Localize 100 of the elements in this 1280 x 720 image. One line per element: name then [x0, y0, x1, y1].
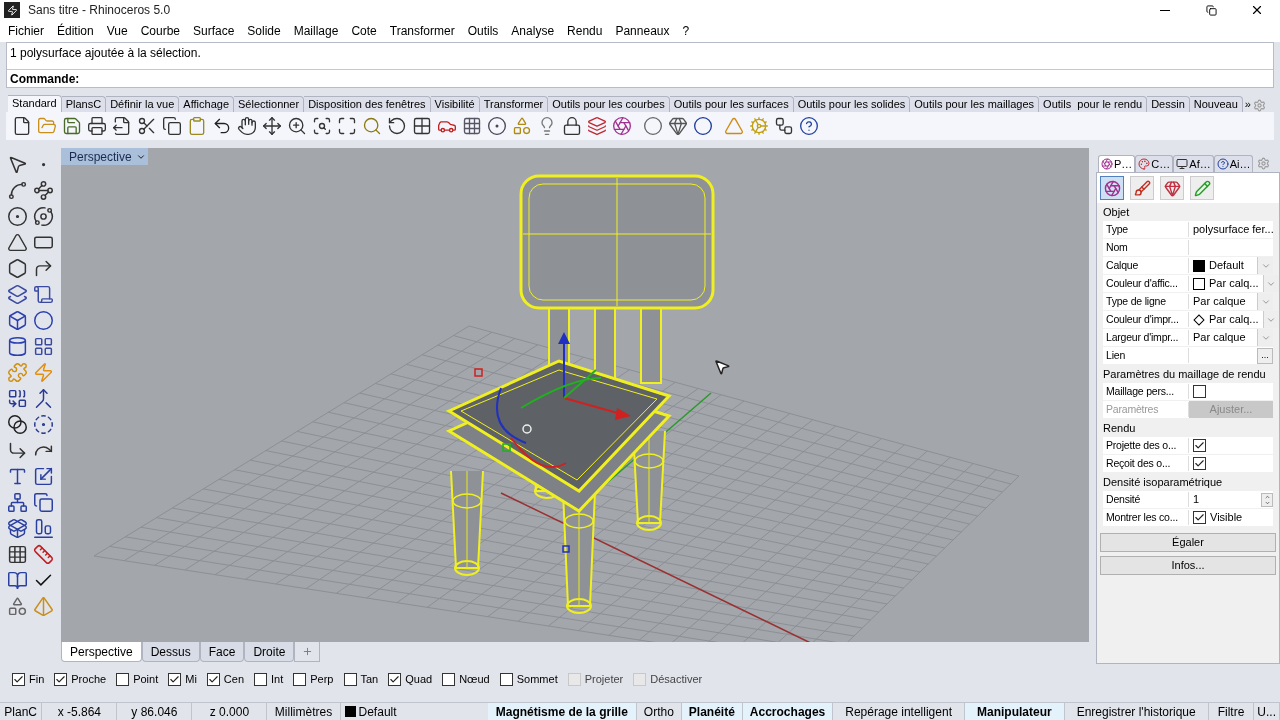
hexagon-icon[interactable]	[6, 258, 28, 279]
panel-grid-icon[interactable]	[33, 336, 55, 357]
array-icon[interactable]	[6, 544, 28, 565]
menu-item[interactable]: Cote	[351, 22, 377, 40]
checkbox[interactable]	[442, 672, 456, 686]
ruler-icon[interactable]	[33, 544, 55, 565]
triangle-icon[interactable]	[6, 232, 28, 253]
checkbox[interactable]	[168, 672, 182, 686]
checkbox[interactable]	[206, 672, 220, 686]
toolbar-tab[interactable]: PlansC	[61, 96, 107, 112]
lock-icon[interactable]	[562, 116, 582, 136]
copy-icon[interactable]	[33, 492, 55, 513]
checkbox[interactable]	[293, 672, 307, 686]
toolbar-tab[interactable]: Dessin	[1147, 96, 1190, 112]
grid-icon[interactable]	[462, 116, 482, 136]
circles-icon[interactable]	[6, 414, 28, 435]
status-toggle[interactable]: Accrochages	[742, 703, 834, 720]
toolbar-tab[interactable]: Disposition des fenêtres	[304, 96, 431, 112]
clipboard-icon[interactable]	[187, 116, 207, 136]
shapes-icon[interactable]	[6, 596, 28, 617]
curve-icon[interactable]	[33, 180, 55, 201]
more-tabs-button[interactable]: »	[1242, 97, 1253, 112]
bars-icon[interactable]	[33, 518, 55, 539]
combine-icon[interactable]	[6, 388, 28, 409]
toolbar-tab[interactable]: Affichage	[179, 96, 234, 112]
box-icon[interactable]	[6, 518, 28, 539]
menu-item[interactable]: ?	[682, 22, 690, 40]
rotate-icon[interactable]	[387, 116, 407, 136]
color-wheel-icon[interactable]	[1100, 176, 1124, 200]
scissors-icon[interactable]	[137, 116, 157, 136]
document-icon[interactable]	[112, 116, 132, 136]
printer-icon[interactable]	[87, 116, 107, 136]
toolbar-tab[interactable]: Outils pour les surfaces	[669, 96, 794, 112]
menu-item[interactable]: Transformer	[389, 22, 455, 40]
zoom-window-icon[interactable]	[312, 116, 332, 136]
viewport-tab[interactable]: Dessus	[141, 642, 200, 663]
checkbox[interactable]	[1193, 385, 1206, 398]
checkbox[interactable]	[1193, 511, 1206, 524]
copy-icon[interactable]	[162, 116, 182, 136]
checkbox[interactable]	[1193, 439, 1206, 452]
checkbox[interactable]	[254, 672, 267, 686]
polyline-icon[interactable]	[6, 180, 28, 201]
scale-icon[interactable]	[33, 466, 55, 487]
hand-icon[interactable]	[237, 116, 257, 136]
checkbox[interactable]	[499, 672, 513, 686]
menu-item[interactable]: Maillage	[293, 22, 339, 40]
surface-icon[interactable]	[6, 284, 28, 305]
toolbar-tab[interactable]: Outils pour les solides	[793, 96, 911, 112]
toolbar-tab[interactable]: Définir la vue	[106, 96, 180, 112]
layers-icon[interactable]	[587, 116, 607, 136]
toolbar-tab[interactable]: Outils pour les maillages	[910, 96, 1040, 112]
cube-icon[interactable]	[6, 310, 28, 331]
panel-button[interactable]: Égaler	[1100, 533, 1276, 552]
viewports-icon[interactable]	[412, 116, 432, 136]
spinner-icon[interactable]	[1261, 492, 1273, 507]
status-toggle[interactable]: Magnétisme de la grille	[487, 703, 637, 720]
sheet-icon[interactable]	[33, 284, 55, 305]
viewport-tab[interactable]: Perspective	[61, 642, 142, 663]
toolbar-tab[interactable]: Visibilité	[430, 96, 480, 112]
status-toggle[interactable]: Manipulateur	[965, 703, 1065, 720]
panel-tab[interactable]: P…	[1098, 155, 1136, 172]
color-wheel-icon[interactable]	[612, 116, 632, 136]
zoom-in-icon[interactable]	[287, 116, 307, 136]
status-layer[interactable]: Default	[358, 702, 397, 720]
toolbar-tab[interactable]: Outils pour les courbes	[548, 96, 670, 112]
menu-item[interactable]: Surface	[193, 22, 235, 40]
book-icon[interactable]	[6, 570, 28, 591]
menu-item[interactable]: Outils	[467, 22, 499, 40]
checkbox[interactable]	[54, 672, 68, 686]
menu-item[interactable]: Solide	[247, 22, 281, 40]
toolbar-tab[interactable]: Nouveau	[1189, 96, 1243, 112]
undo-icon[interactable]	[212, 116, 232, 136]
menu-item[interactable]: Vue	[106, 22, 128, 40]
menu-item[interactable]: Fichier	[8, 22, 44, 40]
menu-item[interactable]: Courbe	[140, 22, 180, 40]
toolbar-tab[interactable]: Standard	[8, 95, 62, 112]
status-toggle[interactable]: Planéité	[681, 703, 743, 720]
checkbox[interactable]	[1193, 457, 1206, 470]
checkbox[interactable]	[388, 672, 402, 686]
circle-icon[interactable]	[6, 206, 28, 227]
help-icon[interactable]	[799, 116, 819, 136]
toolbar-tab[interactable]: Outils pour le rendu	[1039, 96, 1148, 112]
checkbox[interactable]	[116, 672, 130, 686]
density-field[interactable]: 1	[1189, 491, 1261, 508]
save-icon[interactable]	[62, 116, 82, 136]
toolbar-tab[interactable]: Sélectionner	[234, 96, 305, 112]
panel-tab[interactable]: C…	[1135, 155, 1174, 172]
brush-icon[interactable]	[1130, 176, 1154, 200]
viewport-label[interactable]: Perspective	[61, 148, 148, 165]
menu-item[interactable]: Analyse	[511, 22, 555, 40]
dimension-icon[interactable]	[774, 116, 794, 136]
dotted-circle-icon[interactable]	[33, 414, 55, 435]
menu-item[interactable]: Panneaux	[615, 22, 670, 40]
cylinder-icon[interactable]	[6, 336, 28, 357]
panel-tab[interactable]: Ai…	[1213, 155, 1254, 172]
panel-tab[interactable]: Af…	[1173, 155, 1214, 172]
checkbox[interactable]	[12, 672, 25, 686]
browse-button[interactable]: ...	[1257, 347, 1273, 364]
folder-icon[interactable]	[37, 116, 57, 136]
viewport-tab[interactable]: Face	[199, 642, 245, 663]
